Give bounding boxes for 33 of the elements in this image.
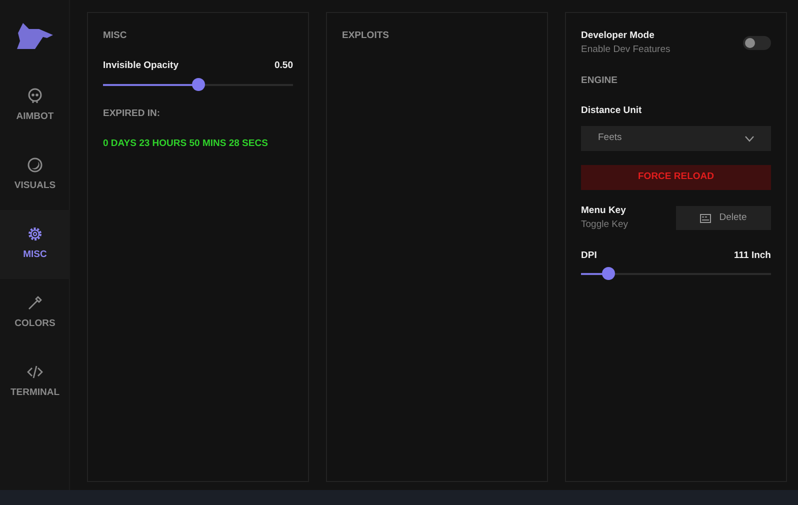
sidebar-tab[interactable]: MISC bbox=[0, 210, 70, 279]
eyedropper-icon bbox=[27, 295, 43, 312]
setting-description: Enable Dev Features bbox=[581, 43, 670, 58]
gear-icon bbox=[27, 226, 43, 242]
wolf-logo-icon bbox=[16, 23, 52, 49]
sidebar-tab[interactable]: VISUALS bbox=[0, 141, 70, 210]
slider-value: 111 Inch bbox=[734, 248, 771, 262]
panel-title: EXPLOITS bbox=[342, 29, 390, 43]
slider-label: DPI bbox=[581, 248, 597, 262]
setting-description: Toggle Key bbox=[581, 218, 628, 232]
slider-value: 0.50 bbox=[274, 59, 293, 74]
select-field[interactable]: Feets bbox=[581, 126, 771, 151]
skull-icon bbox=[27, 88, 43, 104]
sidebar-tab[interactable]: TERMINAL bbox=[0, 348, 70, 417]
code-icon bbox=[27, 364, 43, 380]
sidebar-tab[interactable]: COLORS bbox=[0, 279, 70, 348]
setting-label: Menu Key bbox=[581, 204, 627, 218]
panel-title: MISC bbox=[103, 29, 128, 43]
expiry-label: EXPIRED IN: bbox=[103, 106, 162, 120]
slider-thumb[interactable] bbox=[602, 266, 615, 280]
dropdown-label: Distance Unit bbox=[581, 104, 643, 118]
expiry-countdown: 0 DAYS 23 HOURS 50 MINS 28 SECS bbox=[103, 136, 269, 151]
sidebar-tab[interactable]: AIMBOT bbox=[0, 72, 70, 141]
setting-label: Developer Mode bbox=[581, 29, 656, 43]
section-title: ENGINE bbox=[581, 74, 618, 88]
keyboard-icon bbox=[700, 214, 712, 223]
toggle-switch[interactable] bbox=[743, 36, 771, 50]
slider-label: Invisible Opacity bbox=[103, 59, 178, 74]
force-reload-button[interactable]: FORCE RELOAD bbox=[581, 165, 771, 190]
moon-icon bbox=[27, 157, 43, 174]
slider-thumb[interactable] bbox=[192, 78, 205, 90]
keybind-button[interactable]: Delete bbox=[676, 206, 771, 230]
chevron-down-icon bbox=[745, 136, 754, 142]
